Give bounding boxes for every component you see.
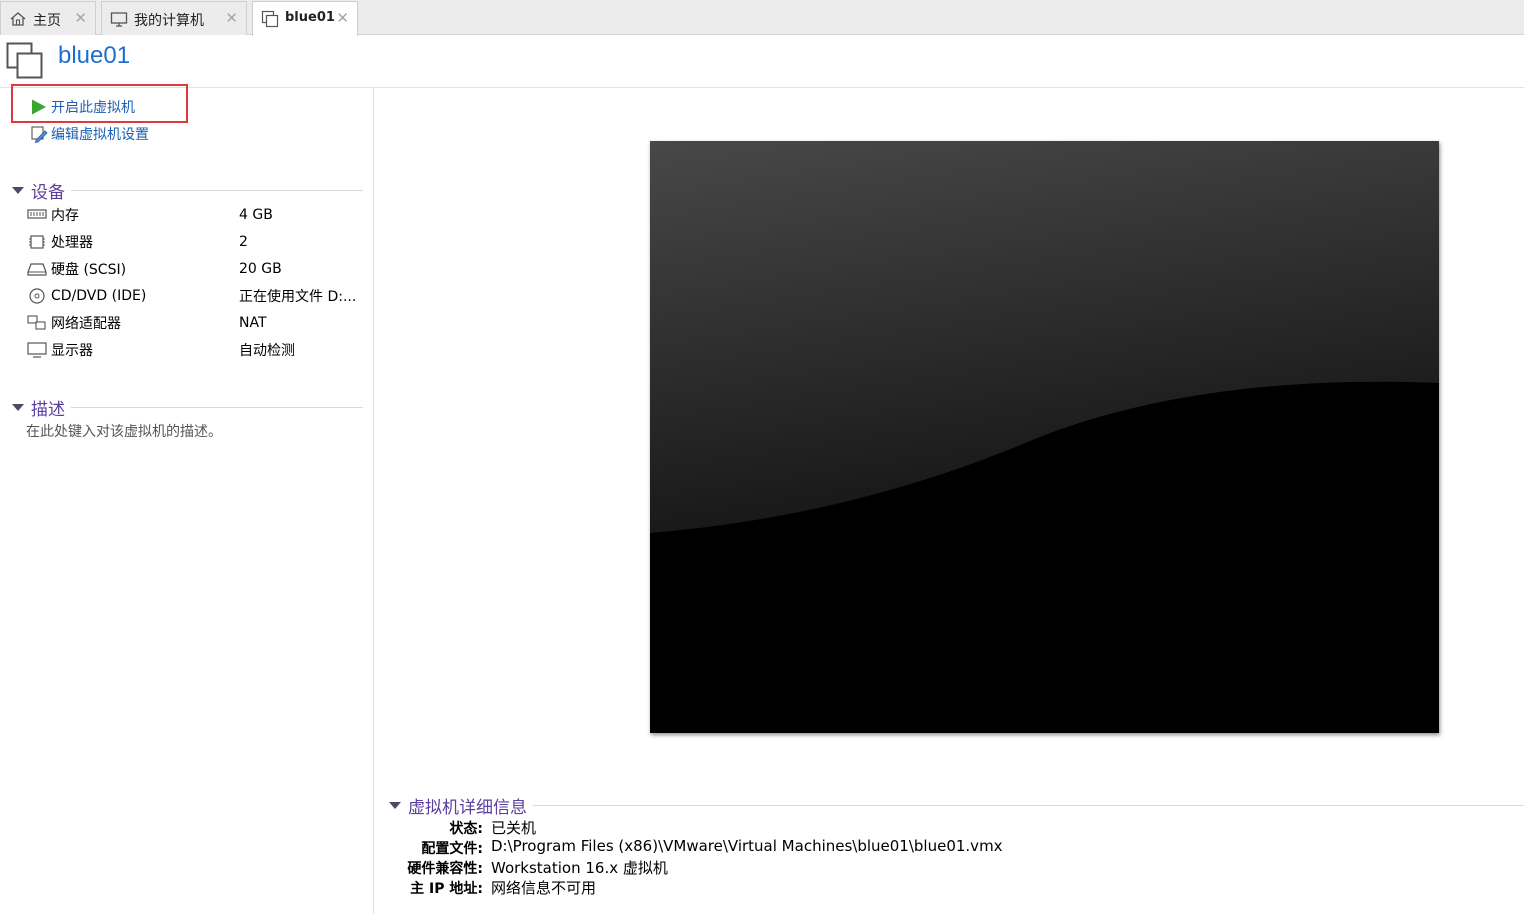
detail-key-hardware-compat: 硬件兼容性:	[407, 861, 483, 877]
detail-value-hardware-compat: Workstation 16.x 虚拟机	[491, 859, 668, 877]
tab-home[interactable]: 主页 ✕	[0, 1, 96, 35]
device-value: 正在使用文件 D:...	[239, 289, 357, 305]
detail-key-ip-address: 主 IP 地址:	[410, 881, 483, 897]
device-row-hard-disk[interactable]: 硬盘 (SCSI) 20 GB	[27, 257, 367, 281]
detail-value-status: 已关机	[491, 819, 537, 837]
tab-my-computer[interactable]: 我的计算机 ✕	[101, 1, 247, 35]
device-value: 2	[239, 234, 248, 250]
power-on-label: 开启此虚拟机	[51, 100, 135, 116]
description-input[interactable]: 在此处键入对该虚拟机的描述。	[26, 421, 222, 441]
device-value: NAT	[239, 315, 267, 331]
section-rule	[533, 805, 1524, 806]
device-name: 硬盘 (SCSI)	[51, 262, 127, 278]
vm-preview[interactable]	[650, 141, 1439, 733]
hard-disk-icon	[27, 263, 47, 276]
header-divider	[0, 87, 1524, 88]
tab-bar: 主页 ✕ 我的计算机 ✕ blue01 ✕	[0, 0, 1524, 36]
description-title: 描述	[31, 400, 65, 420]
page-title: blue01	[58, 42, 131, 69]
play-icon	[32, 99, 46, 115]
detail-key-status: 状态:	[449, 821, 483, 837]
vm-details-section-header[interactable]: 虚拟机详细信息	[389, 793, 1524, 818]
memory-icon	[27, 209, 47, 219]
collapse-triangle-icon[interactable]	[12, 404, 24, 411]
section-rule	[71, 407, 363, 408]
vm-icon	[6, 42, 43, 79]
device-name: CD/DVD (IDE)	[51, 288, 147, 304]
collapse-triangle-icon[interactable]	[389, 802, 401, 809]
panel-divider	[373, 88, 374, 914]
vm-details-title: 虚拟机详细信息	[408, 798, 527, 818]
edit-settings-label: 编辑虚拟机设置	[51, 127, 149, 143]
power-on-button[interactable]: 开启此虚拟机	[30, 97, 135, 117]
device-name: 网络适配器	[51, 316, 121, 332]
device-value: 4 GB	[239, 207, 273, 223]
vm-preview-image	[650, 141, 1439, 733]
display-icon	[27, 342, 47, 358]
device-name: 内存	[51, 208, 79, 224]
device-name: 显示器	[51, 343, 93, 359]
close-icon[interactable]: ✕	[336, 9, 349, 27]
detail-key-config-file: 配置文件:	[421, 841, 483, 857]
computer-icon	[110, 12, 128, 27]
device-row-cd-dvd[interactable]: CD/DVD (IDE) 正在使用文件 D:...	[27, 284, 367, 308]
processor-icon	[29, 235, 45, 249]
network-adapter-icon	[27, 315, 46, 330]
detail-value-config-file: D:\Program Files (x86)\VMware\Virtual Ma…	[491, 837, 1003, 855]
vm-icon	[261, 10, 279, 28]
device-value: 自动检测	[239, 343, 295, 359]
close-icon[interactable]: ✕	[74, 9, 87, 27]
devices-title: 设备	[31, 183, 65, 203]
description-section-header[interactable]: 描述	[12, 395, 363, 420]
edit-settings-button[interactable]: 编辑虚拟机设置	[30, 124, 149, 144]
device-row-display[interactable]: 显示器 自动检测	[27, 338, 367, 362]
section-rule	[71, 190, 363, 191]
device-row-processor[interactable]: 处理器 2	[27, 230, 367, 254]
detail-value-ip-address: 网络信息不可用	[491, 879, 597, 897]
collapse-triangle-icon[interactable]	[12, 187, 24, 194]
cd-dvd-icon	[29, 288, 45, 304]
device-name: 处理器	[51, 235, 93, 251]
devices-section-header[interactable]: 设备	[12, 178, 363, 203]
home-icon	[10, 12, 26, 26]
tab-home-label: 主页	[33, 13, 61, 29]
tab-blue01[interactable]: blue01 ✕	[252, 1, 358, 36]
device-value: 20 GB	[239, 261, 282, 277]
edit-settings-icon	[31, 126, 48, 143]
device-row-memory[interactable]: 内存 4 GB	[27, 203, 367, 227]
tab-blue01-label: blue01	[285, 10, 335, 25]
close-icon[interactable]: ✕	[225, 9, 238, 27]
tab-my-computer-label: 我的计算机	[134, 13, 204, 29]
device-row-network-adapter[interactable]: 网络适配器 NAT	[27, 311, 367, 335]
